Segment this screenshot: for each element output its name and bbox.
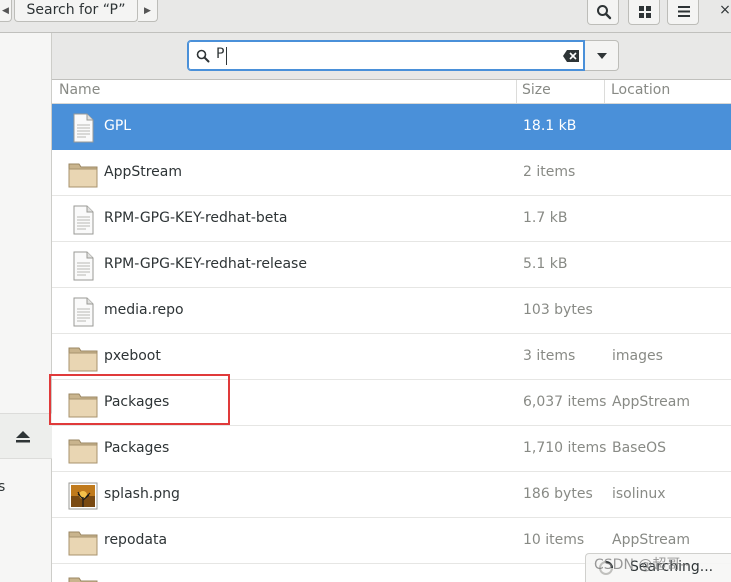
folder-icon [68, 163, 98, 188]
sidebar-item-mounted-volume[interactable] [0, 413, 52, 459]
column-divider [516, 80, 517, 103]
watermark-text: CSDN @超哥-- [594, 557, 691, 573]
chevron-right-icon: ▶ [144, 6, 151, 16]
folder-icon [68, 347, 98, 372]
close-icon: × [719, 2, 731, 18]
grid-icon [639, 6, 651, 18]
forward-button[interactable]: ▶ [138, 0, 158, 22]
file-location: images [612, 348, 663, 364]
file-row[interactable]: GPL 18.1 kB [52, 104, 731, 150]
file-list: GPL 18.1 kB AppStream 2 items RPM-GPG-KE… [52, 104, 731, 582]
file-size: 5.1 kB [523, 256, 568, 272]
document-icon [73, 113, 94, 143]
file-size: 3 items [523, 348, 576, 364]
search-input[interactable]: P [187, 40, 585, 71]
file-row[interactable]: RPM-GPG-KEY-redhat-beta 1.7 kB [52, 196, 731, 242]
sidebar: s [0, 33, 52, 582]
text-cursor [226, 47, 227, 65]
file-location: isolinux [612, 486, 666, 502]
hamburger-menu-icon [678, 6, 690, 17]
view-toggle-button[interactable] [628, 0, 660, 25]
back-button[interactable]: ◀ [0, 0, 12, 22]
search-icon [196, 49, 210, 63]
sidebar-item-label-fragment: s [0, 479, 6, 495]
file-size: 18.1 kB [523, 118, 577, 134]
file-row[interactable]: RPM-GPG-KEY-redhat-release 5.1 kB [52, 242, 731, 288]
file-size: 186 bytes [523, 486, 593, 502]
menu-button[interactable] [667, 0, 699, 25]
column-header-location[interactable]: Location [611, 82, 670, 98]
clear-icon[interactable] [563, 50, 579, 62]
file-name: RPM-GPG-KEY-redhat-release [104, 256, 307, 272]
file-size: 1.7 kB [523, 210, 568, 226]
search-toggle-button[interactable] [587, 0, 619, 25]
header-bar: ◀ Search for “P” ▶ × [0, 0, 731, 33]
file-name: media.repo [104, 302, 184, 318]
file-name: RPM-GPG-KEY-redhat-beta [104, 210, 288, 226]
file-name: splash.png [104, 486, 180, 502]
eject-icon[interactable] [16, 431, 30, 443]
file-size: 6,037 items [523, 394, 607, 410]
search-options-dropdown[interactable] [585, 40, 619, 71]
column-header-name[interactable]: Name [59, 82, 100, 98]
file-row[interactable]: media.repo 103 bytes [52, 288, 731, 334]
file-location: BaseOS [612, 440, 666, 456]
folder-icon [68, 531, 98, 556]
file-name: AppStream [104, 164, 183, 180]
file-size: 103 bytes [523, 302, 593, 318]
file-size: 10 items [523, 532, 585, 548]
document-icon [73, 251, 94, 281]
chevron-down-icon [597, 53, 607, 59]
file-name: GPL [104, 118, 132, 134]
file-location: AppStream [612, 532, 691, 548]
search-bar: P [52, 33, 731, 80]
column-divider [604, 80, 605, 103]
document-icon [73, 297, 94, 327]
window-close-button[interactable]: × [719, 0, 731, 22]
search-icon [597, 5, 612, 20]
column-headers: Name Size Location [52, 80, 731, 104]
file-name: Packages [104, 440, 170, 456]
folder-icon [68, 439, 98, 464]
column-header-size[interactable]: Size [522, 82, 551, 98]
annotation-highlight-box [49, 374, 230, 425]
chevron-left-icon: ◀ [2, 6, 9, 16]
search-input-value: P [216, 46, 225, 62]
path-bar-search-button[interactable]: Search for “P” [14, 0, 138, 22]
file-size: 1,710 items [523, 440, 607, 456]
path-bar-label: Search for “P” [26, 2, 126, 18]
file-name: pxeboot [104, 348, 161, 364]
folder-icon [68, 577, 98, 582]
file-name: repodata [104, 532, 168, 548]
file-row[interactable]: Packages 1,710 items BaseOS [52, 426, 731, 472]
document-icon [73, 205, 94, 235]
file-row[interactable]: splash.png 186 bytes isolinux [52, 472, 731, 518]
file-size: 2 items [523, 164, 576, 180]
file-location: AppStream [612, 394, 691, 410]
file-row[interactable]: AppStream 2 items [52, 150, 731, 196]
image-thumbnail-icon [68, 482, 98, 510]
